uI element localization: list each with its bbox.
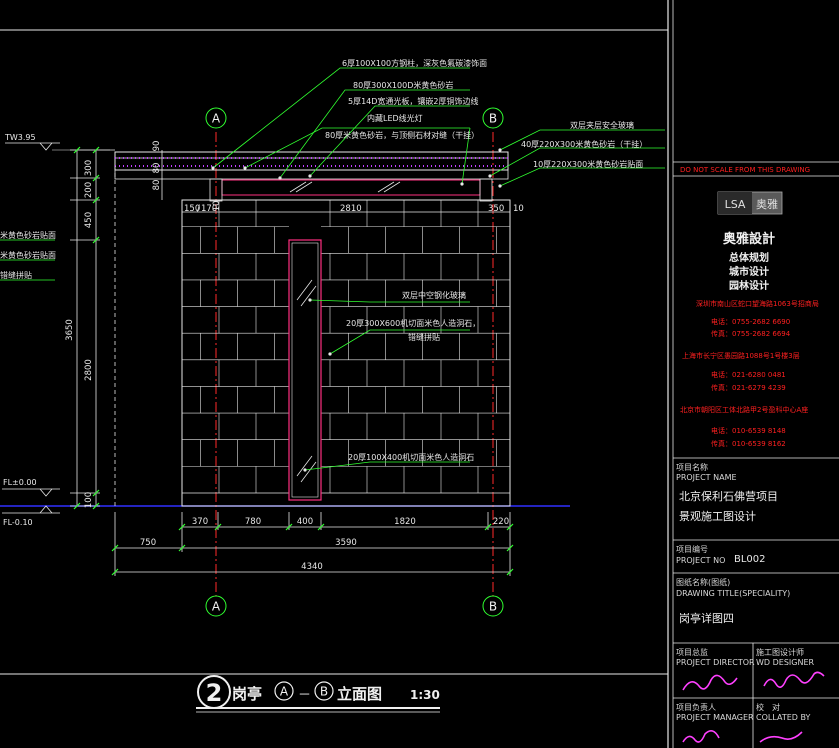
level-top: TW3.95 <box>4 133 36 142</box>
office-2-address: 上海市长宁区愚园路1088号1号楼3层 <box>682 351 800 360</box>
grid-label-a: A <box>212 600 221 614</box>
dim-4340: 4340 <box>301 562 323 572</box>
grid-label-a: A <box>212 112 221 126</box>
logo-text: LSA <box>725 198 746 211</box>
annotation-travertine-100: 20厚100X400机切面米色人造洞石 <box>348 452 474 462</box>
title-number: 2 <box>206 679 223 707</box>
project-no-label: 项目编号 <box>676 544 708 554</box>
grid-label-b: B <box>489 600 497 614</box>
title-prefix: 岗亭 <box>232 685 262 703</box>
drawing-title-label-en: DRAWING TITLE(SPECIALITY) <box>676 589 790 598</box>
office-1-fax: 传真：0755-2682 6694 <box>711 329 791 338</box>
dim-3590: 3590 <box>335 538 357 548</box>
office-2-tel: 电话：021-6280 0481 <box>711 370 786 379</box>
office-2-fax: 传真：021-6279 4239 <box>711 383 786 392</box>
annotation-travertine-300b: 错缝拼贴 <box>408 332 440 342</box>
level-ground: FL-0.10 <box>3 518 33 527</box>
office-3-fax: 传真：010-6539 8162 <box>711 439 786 448</box>
annotation-left-3: 错缝拼贴 <box>0 270 32 280</box>
dim-170: 170 <box>201 204 217 214</box>
dim-2810: 2810 <box>340 204 362 214</box>
grid-label-b: B <box>489 112 497 126</box>
dim-1820: 1820 <box>394 517 416 527</box>
dim-220: 220 <box>493 517 509 527</box>
annotation-laminated-glass: 双层夹层安全玻璃 <box>570 120 634 130</box>
dim-3650: 3650 <box>65 319 75 341</box>
dim-2800: 2800 <box>84 359 94 381</box>
title-scale: 1:30 <box>410 688 440 702</box>
dim-750: 750 <box>140 538 156 548</box>
dim-slash: / <box>197 204 200 214</box>
cad-drawing-canvas: A B A B 6厚100X100方钢柱，深灰色氟碳漆饰面 80厚300X100… <box>0 0 839 748</box>
annotation-left-1: 米黄色砂岩贴面 <box>0 230 56 240</box>
office-3-address: 北京市朝阳区工体北路甲2号盈科中心A座 <box>680 405 808 414</box>
service-3: 园林设计 <box>729 279 769 292</box>
office-3-tel: 电话：010-6539 8148 <box>711 426 786 435</box>
manager-label: 项目负责人 <box>676 702 716 712</box>
dim-400: 400 <box>297 517 313 527</box>
project-name-line1: 北京保利石佛营项目 <box>679 489 778 503</box>
do-not-scale-note: DO NOT SCALE FROM THIS DRAWING <box>680 166 810 174</box>
annotation-sandstone-40: 40厚220X300米黄色砂岩（干挂） <box>521 139 647 149</box>
drawing-title-value: 岗亭详图四 <box>679 611 734 625</box>
annotation-sandstone-fascia: 80厚米黄色砂岩，与顶侧石材对缝（干挂） <box>325 130 479 140</box>
service-2: 城市设计 <box>729 265 769 278</box>
company-name: 奥雅設計 <box>723 231 775 247</box>
director-label: 项目总监 <box>676 647 708 657</box>
title-grid-b: B <box>320 685 328 699</box>
title-grid-a: A <box>280 685 289 699</box>
logo-brand: 奥雅 <box>756 197 778 211</box>
annotation-insulated-glass: 双层中空钢化玻璃 <box>402 290 466 300</box>
annotation-left-2: 米黄色砂岩贴面 <box>0 250 56 260</box>
office-1-address: 深圳市南山区蛇口望海路1063号招商局 <box>696 299 819 308</box>
dim-780: 780 <box>245 517 261 527</box>
project-name-line2: 景观施工图设计 <box>679 510 756 523</box>
dim-10-right: 10 <box>513 204 524 214</box>
dim-300: 300 <box>84 160 94 176</box>
glass-window <box>288 239 322 501</box>
dim-100: 100 <box>84 492 94 508</box>
dim-80: 80 <box>152 163 162 174</box>
level-floor: FL±0.00 <box>3 478 37 487</box>
annotation-led: 内藏LED线光灯 <box>367 113 423 123</box>
designer-label: 施工图设计师 <box>756 647 804 657</box>
project-name-label: 项目名称 <box>676 462 708 472</box>
manager-label-en: PROJECT MANAGER <box>676 713 754 722</box>
office-1-tel: 电话：0755-2682 6690 <box>711 317 790 326</box>
designer-label-en: WD DESIGNER <box>756 658 815 667</box>
annotation-steel-column: 6厚100X100方钢柱，深灰色氟碳漆饰面 <box>342 58 487 68</box>
annotation-sandstone-10: 10厚220X300米黄色砂岩贴面 <box>533 159 643 169</box>
annotation-travertine-300: 20厚300X600机切面米色人造洞石， <box>346 318 480 328</box>
title-dash: － <box>298 688 311 703</box>
title-suffix: 立面图 <box>337 685 382 703</box>
dim-200: 200 <box>84 182 94 198</box>
project-no-value: BL002 <box>734 554 766 565</box>
dim-80b: 80 <box>152 180 162 191</box>
dim-370: 370 <box>192 517 208 527</box>
dim-350: 350 <box>488 204 504 214</box>
project-name-label-en: PROJECT NAME <box>676 473 737 482</box>
dim-90: 90 <box>152 141 162 152</box>
project-no-label-en: PROJECT NO <box>676 556 725 565</box>
drawing-title-label: 图纸名称(图纸) <box>676 577 730 587</box>
checker-label: 校 对 <box>756 702 780 712</box>
annotation-light-panel: 5厚14D宽通光板，镶嵌2厚铜饰边线 <box>348 96 479 106</box>
annotation-sandstone-cap: 80厚300X100D米黄色砂岩 <box>353 80 453 90</box>
director-label-en: PROJECT DIRECTOR <box>676 658 755 667</box>
dim-450: 450 <box>84 212 94 228</box>
service-1: 总体规划 <box>729 251 769 264</box>
checker-label-en: COLLATED BY <box>756 713 811 722</box>
